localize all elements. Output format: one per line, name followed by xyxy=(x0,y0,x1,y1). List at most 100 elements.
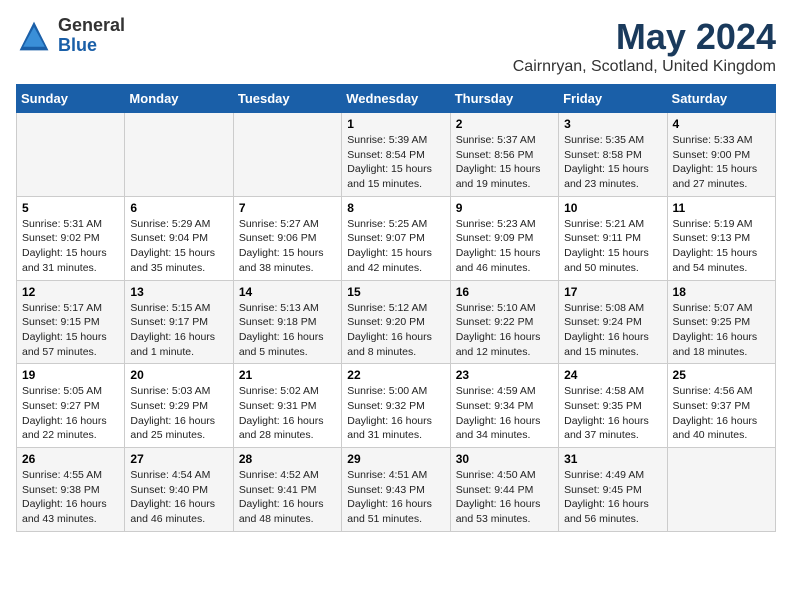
day-number: 8 xyxy=(347,201,444,215)
title-area: May 2024 Cairnryan, Scotland, United Kin… xyxy=(513,16,776,76)
table-row: 23Sunrise: 4:59 AMSunset: 9:34 PMDayligh… xyxy=(450,364,558,448)
table-row: 18 Sunrise: 5:07 AMSunset: 9:25 PMDayligh… xyxy=(667,280,775,364)
day-info: Sunrise: 5:03 AMSunset: 9:29 PMDaylight:… xyxy=(130,384,227,443)
day-number: 21 xyxy=(239,368,336,382)
day-info: Sunrise: 5:07 AMSunset: 9:25 PMDaylight:… xyxy=(673,301,770,360)
table-row: 26Sunrise: 4:55 AMSunset: 9:38 PMDayligh… xyxy=(17,448,125,532)
day-number: 16 xyxy=(456,285,553,299)
day-number: 19 xyxy=(22,368,119,382)
table-row: 31 Sunrise: 4:49 AMSunset: 9:45 PMDayligh… xyxy=(559,448,667,532)
day-number: 13 xyxy=(130,285,227,299)
table-row: 30 Sunrise: 4:50 AMSunset: 9:44 PMDayligh… xyxy=(450,448,558,532)
day-number: 28 xyxy=(239,452,336,466)
table-row: 5 Sunrise: 5:31 AMSunset: 9:02 PMDaylight… xyxy=(17,196,125,280)
day-info: Sunrise: 5:23 AMSunset: 9:09 PMDaylight:… xyxy=(456,217,553,276)
day-info: Sunrise: 5:39 AMSunset: 8:54 PMDaylight:… xyxy=(347,133,444,192)
calendar-week-row: 12Sunrise: 5:17 AMSunset: 9:15 PMDayligh… xyxy=(17,280,776,364)
day-number: 2 xyxy=(456,117,553,131)
table-row: 1 Sunrise: 5:39 AMSunset: 8:54 PMDaylight… xyxy=(342,113,450,197)
col-monday: Monday xyxy=(125,85,233,113)
calendar-week-row: 26Sunrise: 4:55 AMSunset: 9:38 PMDayligh… xyxy=(17,448,776,532)
table-row: 27 Sunrise: 4:54 AMSunset: 9:40 PMDayligh… xyxy=(125,448,233,532)
day-info: Sunrise: 5:33 AMSunset: 9:00 PMDaylight:… xyxy=(673,133,770,192)
table-row: 6Sunrise: 5:29 AMSunset: 9:04 PMDaylight… xyxy=(125,196,233,280)
col-sunday: Sunday xyxy=(17,85,125,113)
day-number: 27 xyxy=(130,452,227,466)
day-number: 20 xyxy=(130,368,227,382)
day-number: 30 xyxy=(456,452,553,466)
table-row: 28Sunrise: 4:52 AMSunset: 9:41 PMDayligh… xyxy=(233,448,341,532)
day-info: Sunrise: 5:35 AMSunset: 8:58 PMDaylight:… xyxy=(564,133,661,192)
table-row: 21Sunrise: 5:02 AMSunset: 9:31 PMDayligh… xyxy=(233,364,341,448)
table-row: 4 Sunrise: 5:33 AMSunset: 9:00 PMDaylight… xyxy=(667,113,775,197)
day-info: Sunrise: 5:05 AMSunset: 9:27 PMDaylight:… xyxy=(22,384,119,443)
table-row: 25 Sunrise: 4:56 AMSunset: 9:37 PMDayligh… xyxy=(667,364,775,448)
table-row xyxy=(125,113,233,197)
day-info: Sunrise: 5:25 AMSunset: 9:07 PMDaylight:… xyxy=(347,217,444,276)
table-row: 29 Sunrise: 4:51 AMSunset: 9:43 PMDayligh… xyxy=(342,448,450,532)
table-row: 22 Sunrise: 5:00 AMSunset: 9:32 PMDayligh… xyxy=(342,364,450,448)
day-number: 1 xyxy=(347,117,444,131)
table-row: 3Sunrise: 5:35 AMSunset: 8:58 PMDaylight… xyxy=(559,113,667,197)
table-row: 16 Sunrise: 5:10 AMSunset: 9:22 PMDayligh… xyxy=(450,280,558,364)
day-info: Sunrise: 4:50 AMSunset: 9:44 PMDaylight:… xyxy=(456,468,553,527)
day-info: Sunrise: 4:54 AMSunset: 9:40 PMDaylight:… xyxy=(130,468,227,527)
main-title: May 2024 xyxy=(513,16,776,58)
day-number: 10 xyxy=(564,201,661,215)
day-info: Sunrise: 4:49 AMSunset: 9:45 PMDaylight:… xyxy=(564,468,661,527)
table-row xyxy=(233,113,341,197)
day-number: 29 xyxy=(347,452,444,466)
day-info: Sunrise: 4:58 AMSunset: 9:35 PMDaylight:… xyxy=(564,384,661,443)
day-info: Sunrise: 4:56 AMSunset: 9:37 PMDaylight:… xyxy=(673,384,770,443)
day-info: Sunrise: 5:31 AMSunset: 9:02 PMDaylight:… xyxy=(22,217,119,276)
day-number: 4 xyxy=(673,117,770,131)
day-info: Sunrise: 5:19 AMSunset: 9:13 PMDaylight:… xyxy=(673,217,770,276)
table-row: 15 Sunrise: 5:12 AMSunset: 9:20 PMDayligh… xyxy=(342,280,450,364)
day-info: Sunrise: 5:12 AMSunset: 9:20 PMDaylight:… xyxy=(347,301,444,360)
calendar-table: Sunday Monday Tuesday Wednesday Thursday… xyxy=(16,84,776,532)
day-number: 24 xyxy=(564,368,661,382)
calendar-week-row: 19 Sunrise: 5:05 AMSunset: 9:27 PMDayligh… xyxy=(17,364,776,448)
day-info: Sunrise: 5:15 AMSunset: 9:17 PMDaylight:… xyxy=(130,301,227,360)
col-thursday: Thursday xyxy=(450,85,558,113)
table-row: 9 Sunrise: 5:23 AMSunset: 9:09 PMDaylight… xyxy=(450,196,558,280)
subtitle: Cairnryan, Scotland, United Kingdom xyxy=(513,58,776,76)
table-row: 11Sunrise: 5:19 AMSunset: 9:13 PMDayligh… xyxy=(667,196,775,280)
table-row xyxy=(17,113,125,197)
logo-text: General Blue xyxy=(58,16,125,56)
logo-icon xyxy=(16,18,52,54)
day-number: 23 xyxy=(456,368,553,382)
table-row: 2 Sunrise: 5:37 AMSunset: 8:56 PMDaylight… xyxy=(450,113,558,197)
table-row: 12Sunrise: 5:17 AMSunset: 9:15 PMDayligh… xyxy=(17,280,125,364)
col-friday: Friday xyxy=(559,85,667,113)
day-number: 25 xyxy=(673,368,770,382)
day-number: 17 xyxy=(564,285,661,299)
table-row: 10 Sunrise: 5:21 AMSunset: 9:11 PMDayligh… xyxy=(559,196,667,280)
day-info: Sunrise: 5:00 AMSunset: 9:32 PMDaylight:… xyxy=(347,384,444,443)
day-number: 5 xyxy=(22,201,119,215)
day-number: 12 xyxy=(22,285,119,299)
day-info: Sunrise: 5:27 AMSunset: 9:06 PMDaylight:… xyxy=(239,217,336,276)
table-row: 13 Sunrise: 5:15 AMSunset: 9:17 PMDayligh… xyxy=(125,280,233,364)
day-number: 31 xyxy=(564,452,661,466)
table-row xyxy=(667,448,775,532)
day-info: Sunrise: 5:13 AMSunset: 9:18 PMDaylight:… xyxy=(239,301,336,360)
day-number: 15 xyxy=(347,285,444,299)
calendar-header-row: Sunday Monday Tuesday Wednesday Thursday… xyxy=(17,85,776,113)
col-tuesday: Tuesday xyxy=(233,85,341,113)
day-number: 9 xyxy=(456,201,553,215)
table-row: 20 Sunrise: 5:03 AMSunset: 9:29 PMDayligh… xyxy=(125,364,233,448)
logo: General Blue xyxy=(16,16,125,56)
day-number: 7 xyxy=(239,201,336,215)
table-row: 17Sunrise: 5:08 AMSunset: 9:24 PMDayligh… xyxy=(559,280,667,364)
logo-general-text: General xyxy=(58,16,125,36)
page-header: General Blue May 2024 Cairnryan, Scotlan… xyxy=(16,16,776,76)
day-number: 18 xyxy=(673,285,770,299)
day-info: Sunrise: 5:37 AMSunset: 8:56 PMDaylight:… xyxy=(456,133,553,192)
day-info: Sunrise: 4:51 AMSunset: 9:43 PMDaylight:… xyxy=(347,468,444,527)
day-number: 26 xyxy=(22,452,119,466)
day-info: Sunrise: 5:10 AMSunset: 9:22 PMDaylight:… xyxy=(456,301,553,360)
logo-blue-text: Blue xyxy=(58,36,125,56)
day-number: 22 xyxy=(347,368,444,382)
day-info: Sunrise: 5:21 AMSunset: 9:11 PMDaylight:… xyxy=(564,217,661,276)
